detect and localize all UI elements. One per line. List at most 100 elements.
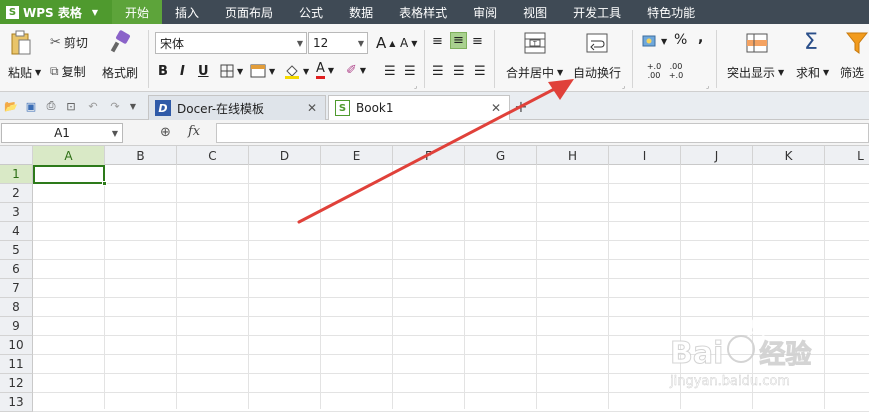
up-arrow-icon: ▲ — [389, 38, 396, 48]
align-left-button[interactable]: ☰ — [432, 64, 444, 79]
column-header-k[interactable]: K — [753, 146, 825, 165]
save-icon[interactable]: ▣ — [24, 99, 38, 113]
merge-center-button[interactable]: 合并居中 ▼ — [506, 64, 563, 81]
column-header-a[interactable]: A — [33, 146, 105, 165]
tab-review[interactable]: 审阅 — [460, 0, 510, 24]
row-header-7[interactable]: 7 — [0, 279, 33, 298]
cut-button[interactable]: ✂ 剪切 — [50, 34, 88, 51]
new-tab-button[interactable]: + — [514, 97, 528, 116]
tab-page-layout[interactable]: 页面布局 — [212, 0, 286, 24]
font-color-button[interactable]: A ▼ — [316, 62, 334, 79]
select-all-corner[interactable] — [0, 146, 33, 165]
paste-label-button[interactable]: 粘贴 ▼ — [8, 64, 41, 81]
column-header-h[interactable]: H — [537, 146, 609, 165]
row-header-10[interactable]: 10 — [0, 336, 33, 355]
bold-button[interactable]: B — [158, 64, 168, 79]
wrap-text-icon-button[interactable] — [586, 33, 608, 53]
row-header-4[interactable]: 4 — [0, 222, 33, 241]
column-header-i[interactable]: I — [609, 146, 681, 165]
format-painter-icon-button[interactable] — [108, 30, 132, 54]
clear-format-button[interactable]: ✐ ▼ — [346, 63, 366, 78]
redo-icon[interactable]: ↷ — [108, 99, 122, 113]
number-group-launcher-icon[interactable]: ⌟ — [706, 82, 709, 90]
app-menu-button[interactable]: S WPS 表格 ▼ — [0, 0, 112, 24]
highlight-icon-button[interactable] — [746, 33, 768, 53]
sum-icon-button[interactable]: Σ — [804, 30, 818, 55]
tab-docer-templates[interactable]: D Docer-在线模板 ✕ — [148, 95, 326, 120]
function-icon[interactable]: fx — [188, 124, 200, 139]
column-header-g[interactable]: G — [465, 146, 537, 165]
row-header-13[interactable]: 13 — [0, 393, 33, 412]
format-painter-button[interactable]: 格式刷 — [102, 64, 138, 81]
tab-developer[interactable]: 开发工具 — [560, 0, 634, 24]
decrease-decimal-button[interactable]: .00 +.0 — [664, 62, 688, 80]
increase-decimal-button[interactable]: +.0 .00 — [642, 62, 666, 80]
tab-table-style[interactable]: 表格样式 — [386, 0, 460, 24]
row-header-12[interactable]: 12 — [0, 374, 33, 393]
align-top-button[interactable]: ≡ — [432, 34, 443, 49]
italic-button[interactable]: I — [180, 64, 185, 79]
cell-style-button[interactable]: ▼ — [250, 64, 275, 78]
row-header-9[interactable]: 9 — [0, 317, 33, 336]
print-preview-icon[interactable]: ⊡ — [64, 99, 78, 113]
fill-handle[interactable] — [102, 181, 107, 186]
font-size-select[interactable]: 12 ▼ — [308, 32, 368, 54]
underline-button[interactable]: U — [198, 64, 209, 79]
tab-special[interactable]: 特色功能 — [634, 0, 708, 24]
decrease-indent-button[interactable]: ☰ — [384, 64, 396, 79]
row-header-3[interactable]: 3 — [0, 203, 33, 222]
column-header-e[interactable]: E — [321, 146, 393, 165]
align-right-button[interactable]: ☰ — [474, 64, 486, 79]
row-header-2[interactable]: 2 — [0, 184, 33, 203]
print-icon[interactable]: ⎙ — [44, 99, 58, 113]
row-header-11[interactable]: 11 — [0, 355, 33, 374]
filter-button[interactable]: 筛选 — [840, 64, 864, 81]
close-icon[interactable]: ✕ — [307, 101, 317, 115]
paste-button[interactable] — [10, 30, 32, 56]
align-bottom-button[interactable]: ≡ — [472, 34, 483, 49]
sum-button[interactable]: 求和 ▼ — [796, 64, 829, 81]
column-header-b[interactable]: B — [105, 146, 177, 165]
number-format-button[interactable]: ▼ — [642, 34, 667, 48]
undo-icon[interactable]: ↶ — [86, 99, 100, 113]
row-header-5[interactable]: 5 — [0, 241, 33, 260]
alignment-group-launcher-icon[interactable]: ⌟ — [622, 82, 625, 90]
wrap-text-button[interactable]: 自动换行 — [573, 64, 621, 81]
formula-input[interactable] — [216, 123, 869, 143]
align-center-button[interactable]: ☰ — [453, 64, 465, 79]
filter-icon-button[interactable] — [846, 31, 868, 55]
border-button[interactable]: ▼ — [220, 64, 243, 78]
grow-font-button[interactable]: A ▲ — [376, 34, 395, 52]
open-folder-icon[interactable]: 📂 — [4, 99, 18, 113]
tab-formulas[interactable]: 公式 — [286, 0, 336, 24]
comma-style-button[interactable]: , — [698, 30, 703, 46]
font-group-launcher-icon[interactable]: ⌟ — [414, 82, 417, 90]
column-header-c[interactable]: C — [177, 146, 249, 165]
tab-home[interactable]: 开始 — [112, 0, 163, 24]
increase-indent-button[interactable]: ☰ — [404, 64, 416, 79]
percent-button[interactable]: % — [674, 32, 687, 48]
shrink-font-button[interactable]: A ▼ — [400, 36, 417, 50]
tab-insert[interactable]: 插入 — [162, 0, 212, 24]
tab-view[interactable]: 视图 — [510, 0, 560, 24]
font-name-select[interactable]: 宋体 ▼ — [155, 32, 307, 54]
column-header-d[interactable]: D — [249, 146, 321, 165]
align-middle-button[interactable]: ≡ — [450, 32, 467, 49]
row-header-8[interactable]: 8 — [0, 298, 33, 317]
row-header-1[interactable]: 1 — [0, 165, 33, 184]
column-header-l[interactable]: L — [825, 146, 869, 165]
active-cell-a1[interactable] — [33, 165, 107, 186]
name-box[interactable]: A1 ▼ — [1, 123, 123, 143]
row-header-6[interactable]: 6 — [0, 260, 33, 279]
tab-data[interactable]: 数据 — [336, 0, 386, 24]
copy-button[interactable]: ⧉ 复制 — [50, 63, 86, 80]
zoom-search-icon[interactable]: ⊕ — [160, 125, 171, 140]
tab-book1[interactable]: S Book1 ✕ — [328, 95, 510, 120]
fill-color-button[interactable]: ▼ — [284, 63, 309, 79]
highlight-button[interactable]: 突出显示 ▼ — [727, 64, 784, 81]
merge-center-icon-button[interactable]: T — [524, 32, 546, 54]
close-icon[interactable]: ✕ — [491, 101, 501, 115]
column-header-f[interactable]: F — [393, 146, 465, 165]
chevron-down-icon[interactable]: ▼ — [126, 99, 140, 113]
column-header-j[interactable]: J — [681, 146, 753, 165]
